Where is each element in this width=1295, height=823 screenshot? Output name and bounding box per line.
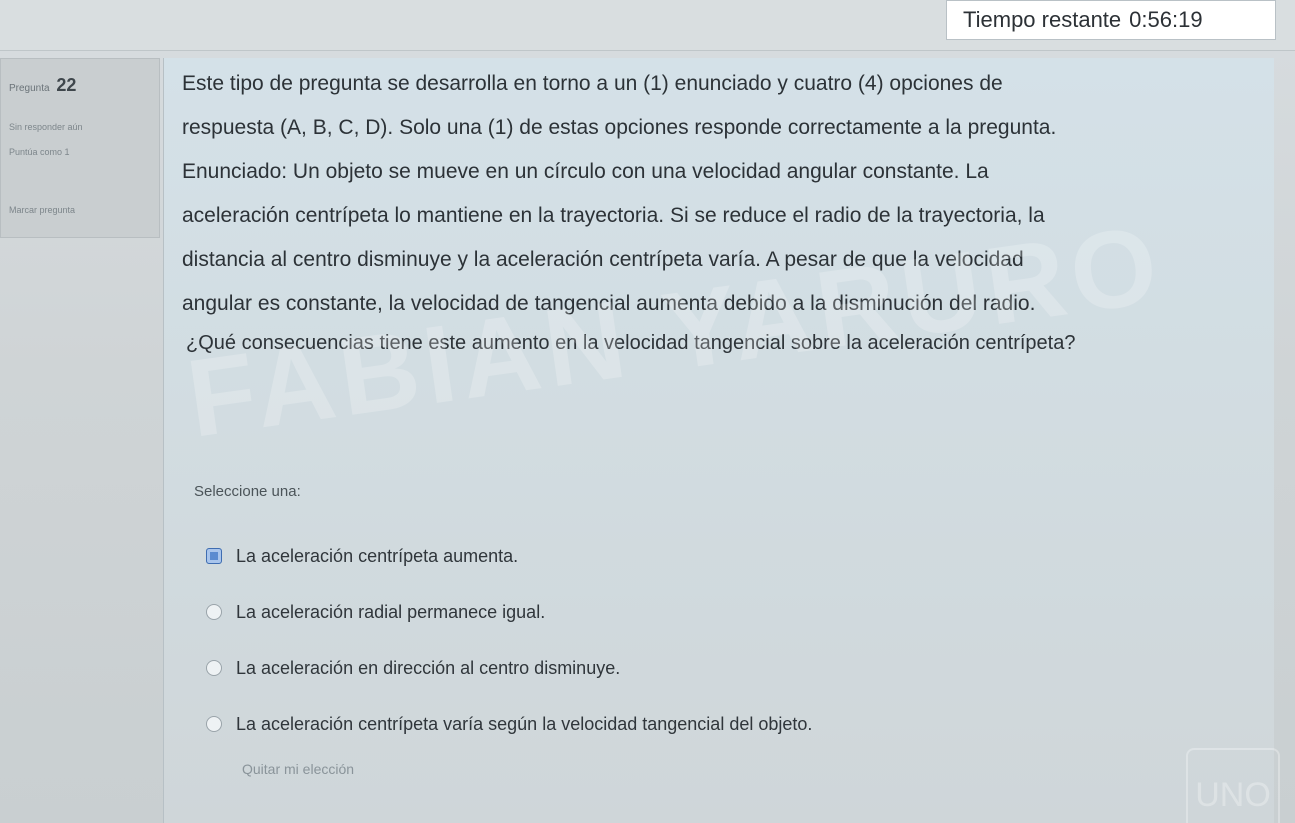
answer-option-text: La aceleración centrípeta varía según la…	[236, 713, 813, 734]
question-prompt: ¿Qué consecuencias tiene este aumento en…	[186, 332, 1076, 354]
answer-option-text: La aceleración radial permanece igual.	[236, 601, 546, 622]
quiz-page: Tiempo restante 0:56:19 Pregunta 22 Sin …	[0, 0, 1295, 823]
intro-line-2: respuesta (A, B, C, D). Solo una (1) de …	[182, 116, 1057, 139]
question-number-value: 22	[56, 75, 77, 95]
radio-icon[interactable]	[206, 660, 222, 676]
question-text: Este tipo de pregunta se desarrolla en t…	[164, 58, 1274, 357]
time-remaining-box: Tiempo restante 0:56:19	[946, 0, 1276, 40]
answer-option-c[interactable]: La aceleración en dirección al centro di…	[206, 640, 1166, 696]
time-remaining-label: Tiempo restante	[963, 7, 1122, 32]
radio-icon[interactable]	[206, 604, 222, 620]
answer-options: La aceleración centrípeta aumenta. La ac…	[206, 528, 1166, 752]
flag-question-link[interactable]: Marcar pregunta	[9, 205, 75, 215]
time-remaining-value: 0:56:19	[1129, 7, 1203, 32]
stem-line-3: distancia al centro disminuye y la acele…	[182, 248, 1024, 271]
radio-checked-icon[interactable]	[206, 548, 222, 564]
stem-line-2: aceleración centrípeta lo mantiene en la…	[182, 204, 1045, 227]
question-info-panel: Pregunta 22 Sin responder aún Puntúa com…	[0, 58, 160, 238]
uno-logo: UNO	[1186, 748, 1280, 823]
question-number: Pregunta 22	[9, 75, 76, 96]
question-points: Puntúa como 1	[9, 147, 70, 157]
answer-option-b[interactable]: La aceleración radial permanece igual.	[206, 584, 1166, 640]
question-number-prefix: Pregunta	[9, 83, 50, 94]
answer-option-a[interactable]: La aceleración centrípeta aumenta.	[206, 528, 1166, 584]
intro-line-1: Este tipo de pregunta se desarrolla en t…	[182, 72, 1003, 95]
answer-option-text: La aceleración centrípeta aumenta.	[236, 545, 519, 566]
radio-icon[interactable]	[206, 716, 222, 732]
stem-line-1: Enunciado: Un objeto se mueve en un círc…	[182, 160, 989, 183]
stem-line-4: angular es constante, la velocidad de ta…	[182, 292, 1036, 315]
clear-choice-link[interactable]: Quitar mi elección	[242, 761, 354, 777]
answer-option-text: La aceleración en dirección al centro di…	[236, 657, 621, 678]
question-content: FABIAN YARURO Este tipo de pregunta se d…	[163, 58, 1280, 823]
answer-option-d[interactable]: La aceleración centrípeta varía según la…	[206, 696, 1166, 752]
question-status: Sin responder aún	[9, 122, 83, 132]
select-one-label: Seleccione una:	[194, 483, 301, 500]
